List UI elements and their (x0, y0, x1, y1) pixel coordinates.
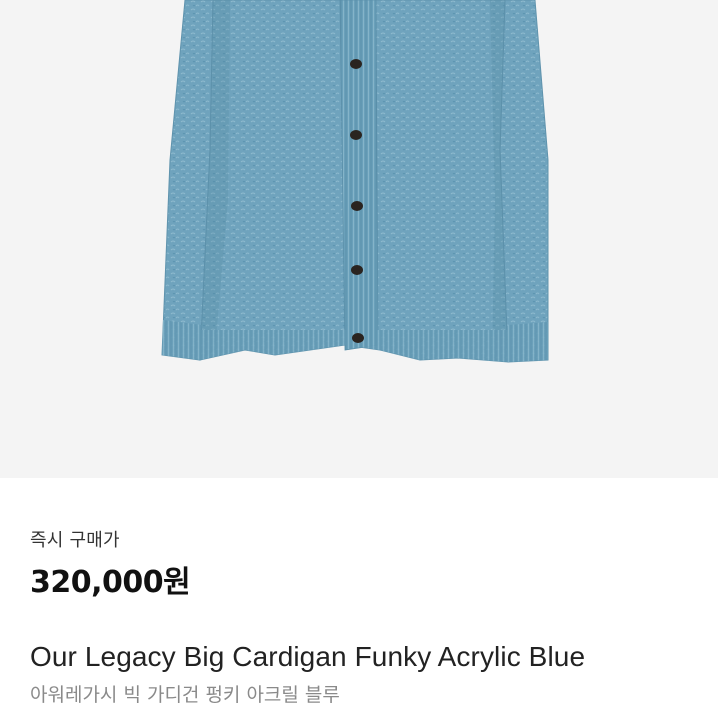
listing-info: 즉시 구매가 320,000원 Our Legacy Big Cardigan … (0, 478, 718, 718)
cardigan-illustration (161, 0, 549, 363)
price: 320,000원 (30, 565, 191, 600)
right-sleeve (499, 0, 549, 363)
button-placket (339, 0, 379, 351)
product-subtitle: 아워레가시 빅 가디건 펑키 아크릴 블루 (30, 684, 340, 706)
product-image[interactable] (0, 0, 718, 478)
product-title[interactable]: Our Legacy Big Cardigan Funky Acrylic Bl… (30, 641, 585, 673)
purchase-type-label: 즉시 구매가 (30, 530, 120, 551)
